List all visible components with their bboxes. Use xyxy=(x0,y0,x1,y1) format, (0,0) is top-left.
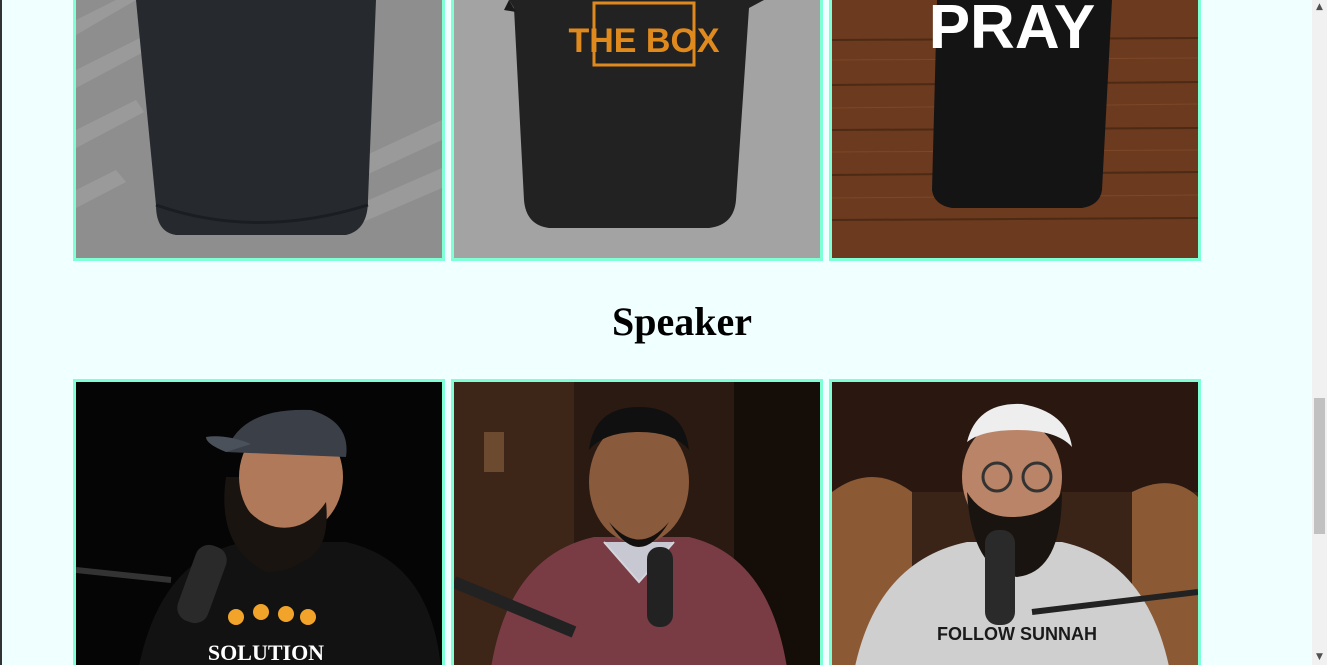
scrollbar-thumb[interactable] xyxy=(1314,398,1325,534)
product-card[interactable]: PRAY xyxy=(829,0,1201,261)
speaker-photo xyxy=(454,382,820,665)
vertical-scrollbar[interactable]: ▲ ▼ xyxy=(1312,0,1327,665)
speaker-shirt-text: SOLUTION xyxy=(208,640,324,665)
product-image-pray-tshirt: PRAY xyxy=(832,0,1198,258)
page-viewport: THE BOX PRAY Speaker SOLUTION FOLLOW SUN… xyxy=(2,0,1312,665)
product-image-plain-tshirt xyxy=(76,0,442,258)
tshirt-print-text: PRAY xyxy=(929,0,1096,62)
product-card[interactable]: THE BOX xyxy=(451,0,823,261)
speaker-photo: FOLLOW SUNNAH xyxy=(832,382,1198,665)
speaker-card[interactable]: SOLUTION xyxy=(73,379,445,665)
speaker-section-title: Speaker xyxy=(612,299,752,344)
tshirt-print-text: THE BOX xyxy=(568,22,719,60)
arrow-up-icon[interactable]: ▲ xyxy=(1312,0,1327,15)
product-card[interactable] xyxy=(73,0,445,261)
speaker-card[interactable]: FOLLOW SUNNAH xyxy=(829,379,1201,665)
speaker-shirt-text: FOLLOW SUNNAH xyxy=(937,624,1097,644)
product-image-outside-the-box-tshirt: THE BOX xyxy=(454,0,820,258)
speaker-photo: SOLUTION xyxy=(76,382,442,665)
arrow-down-icon[interactable]: ▼ xyxy=(1312,650,1327,665)
speaker-card[interactable] xyxy=(451,379,823,665)
